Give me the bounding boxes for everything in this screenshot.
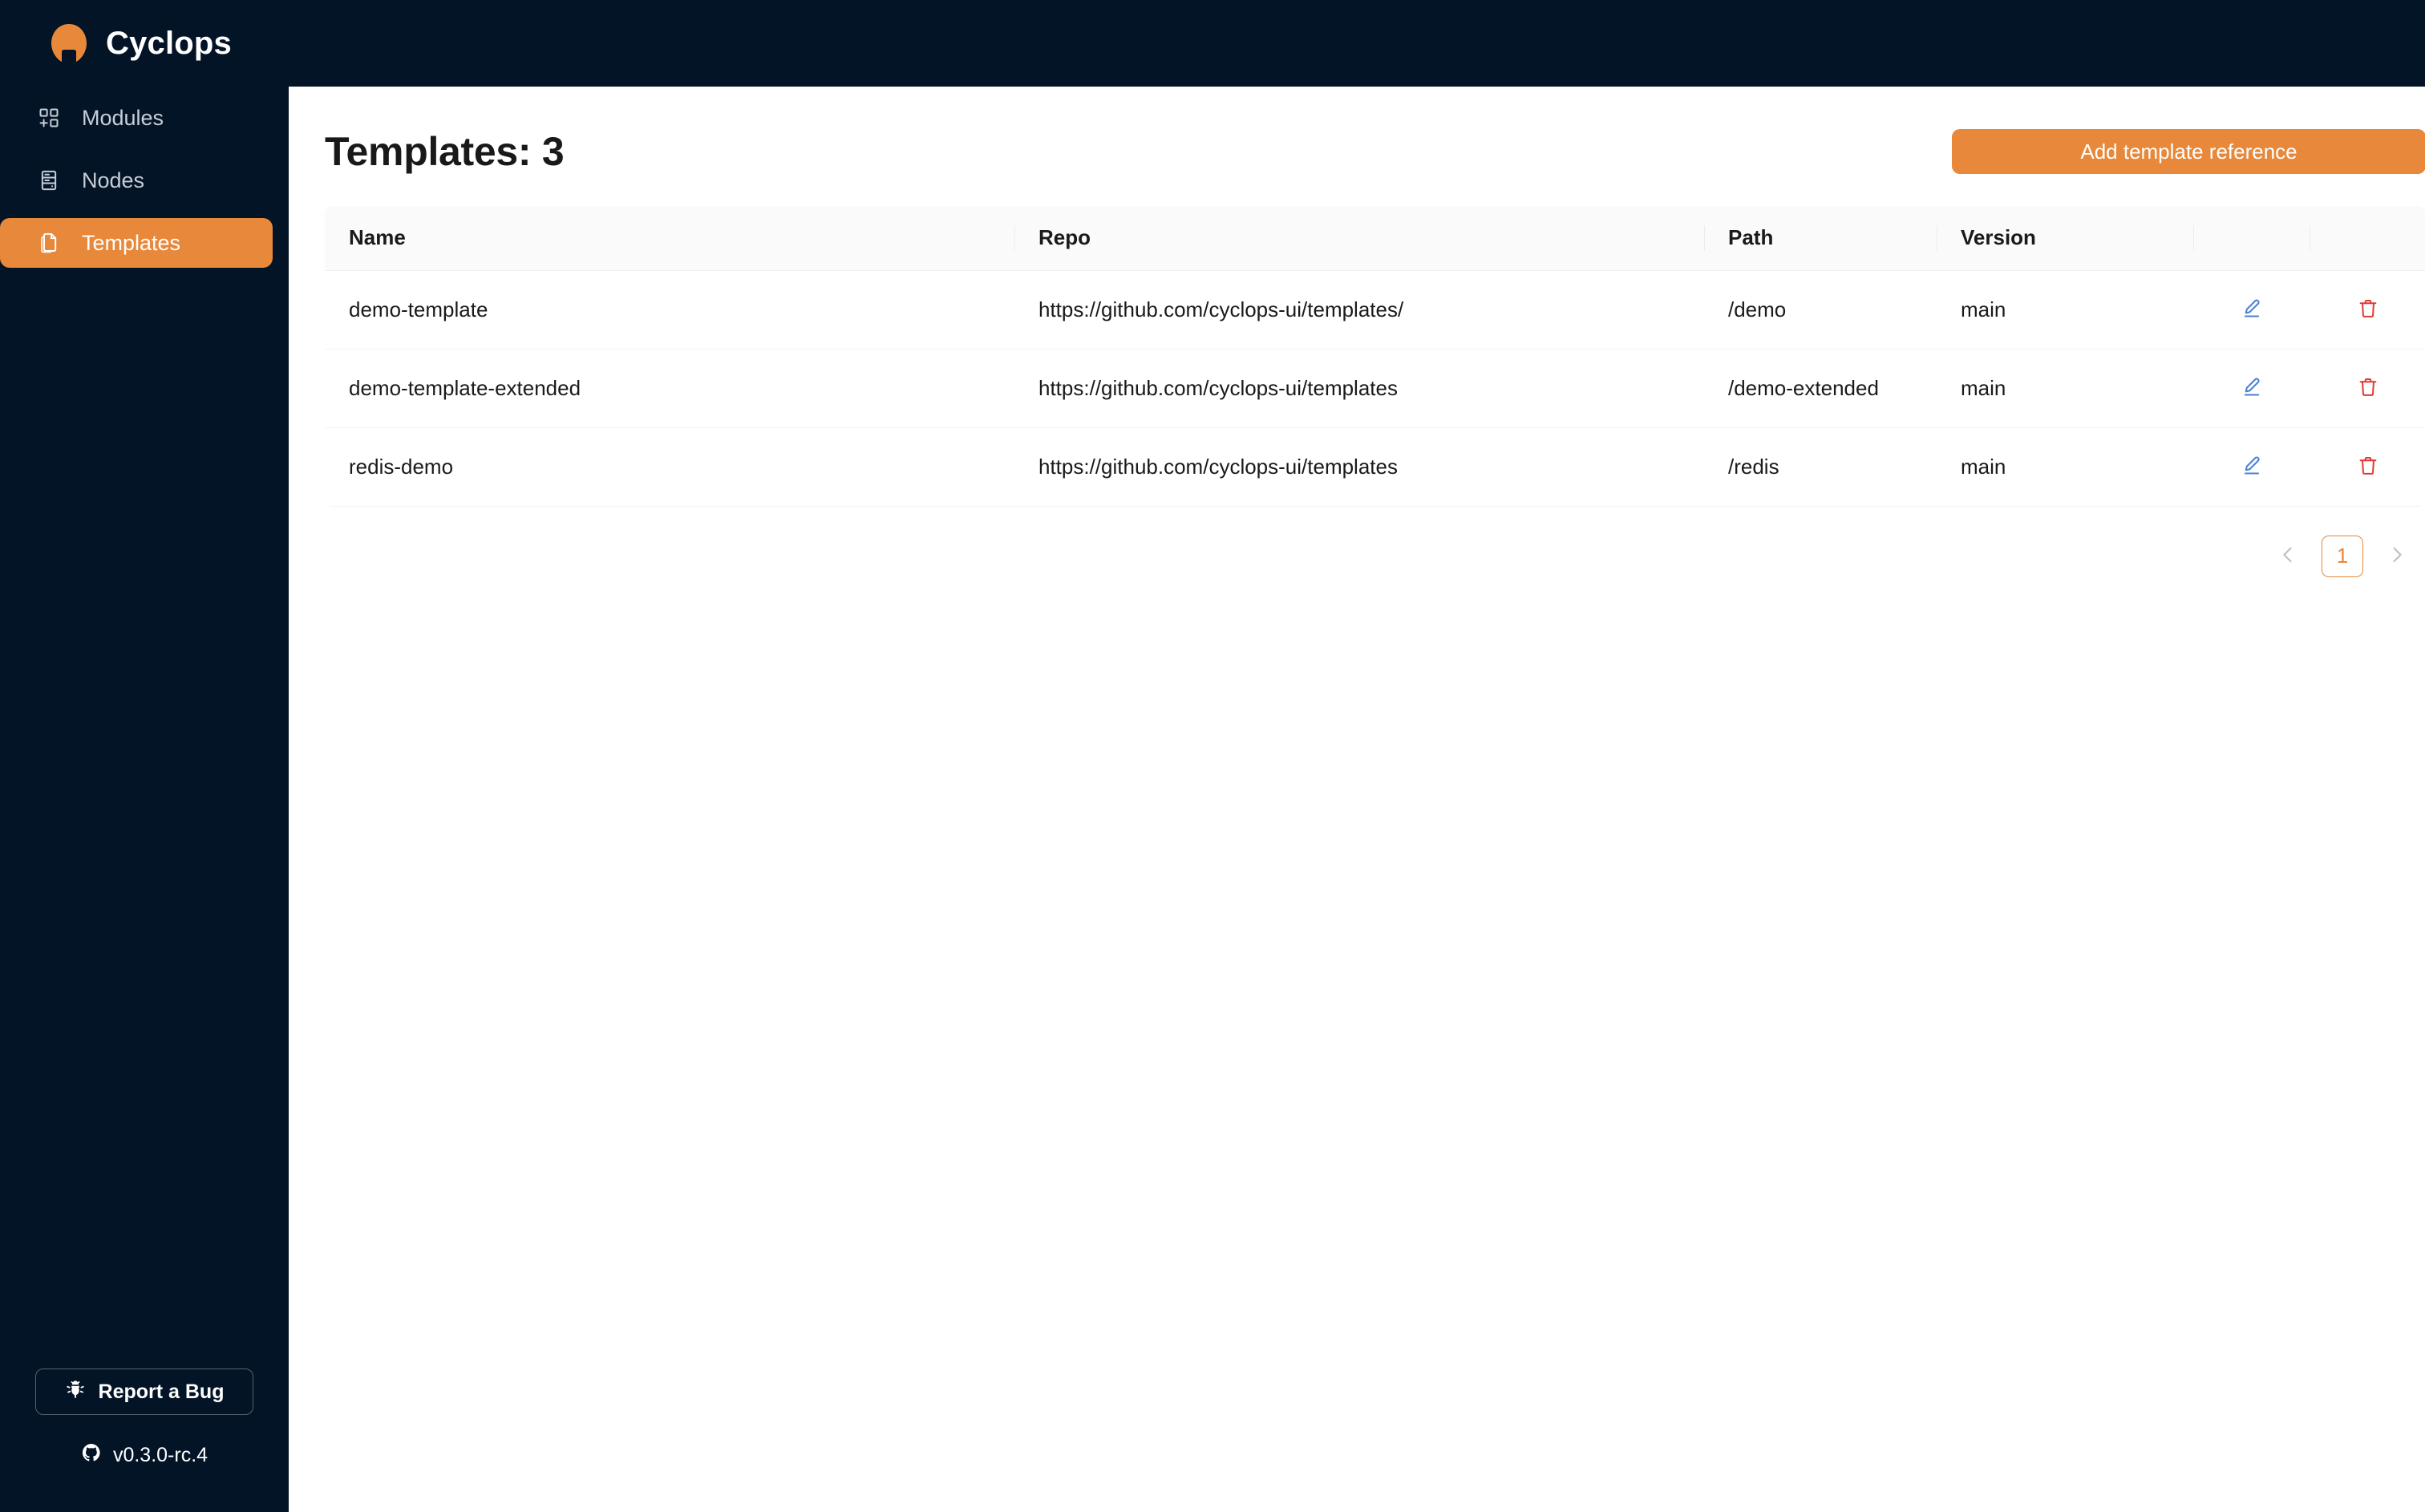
- top-bar: [289, 0, 2425, 87]
- cell-name: demo-template-extended: [325, 349, 1014, 428]
- report-a-bug-label: Report a Bug: [98, 1380, 225, 1403]
- cell-repo: https://github.com/cyclops-ui/templates: [1014, 427, 1704, 507]
- sidebar-item-label: Nodes: [82, 168, 145, 192]
- file-copy-icon: [37, 231, 61, 255]
- cell-delete: [2310, 349, 2425, 428]
- trash-icon: [2356, 375, 2380, 402]
- templates-table-wrapper: Name Repo Path Version demo-template htt…: [325, 206, 2425, 507]
- page-header: Templates: 3 Add template reference: [325, 125, 2425, 178]
- column-header-edit: [2193, 206, 2310, 271]
- edit-pencil-icon: [2240, 454, 2264, 480]
- cell-edit: [2193, 427, 2310, 507]
- delete-template-button[interactable]: [2350, 291, 2387, 328]
- table-header-row: Name Repo Path Version: [325, 206, 2425, 271]
- table-row[interactable]: demo-template https://github.com/cyclops…: [325, 270, 2425, 350]
- column-header-path: Path: [1704, 206, 1937, 271]
- version-label: v0.3.0-rc.4: [112, 1444, 208, 1466]
- sidebar: Cyclops Modules Nodes Templates Report a…: [0, 0, 289, 1512]
- cell-version: main: [1937, 349, 2193, 428]
- chevron-right-icon: [2386, 544, 2408, 568]
- column-header-name: Name: [325, 206, 1014, 271]
- cell-name: demo-template: [325, 270, 1014, 350]
- cell-version: main: [1937, 270, 2193, 350]
- column-header-version: Version: [1937, 206, 2193, 271]
- cell-path: /demo-extended: [1704, 349, 1937, 428]
- sidebar-item-templates[interactable]: Templates: [0, 218, 273, 268]
- brand-name: Cyclops: [106, 25, 233, 61]
- github-icon: [81, 1442, 102, 1469]
- sidebar-footer: Report a Bug v0.3.0-rc.4: [0, 1368, 289, 1512]
- add-template-reference-button[interactable]: Add template reference: [1952, 129, 2425, 174]
- sidebar-nav: Modules Nodes Templates: [0, 93, 289, 268]
- trash-icon: [2356, 454, 2380, 480]
- edit-pencil-icon: [2240, 297, 2264, 323]
- trash-icon: [2356, 297, 2380, 323]
- cell-delete: [2310, 270, 2425, 350]
- cell-path: /demo: [1704, 270, 1937, 350]
- report-a-bug-button[interactable]: Report a Bug: [35, 1368, 253, 1415]
- column-header-repo: Repo: [1014, 206, 1704, 271]
- pagination: 1: [325, 535, 2425, 577]
- table-row[interactable]: redis-demo https://github.com/cyclops-ui…: [325, 427, 2425, 507]
- main-content: Templates: 3 Add template reference Name…: [289, 0, 2425, 1512]
- cyclops-logo-icon: [50, 23, 88, 63]
- edit-template-button[interactable]: [2233, 370, 2270, 406]
- edit-template-button[interactable]: [2233, 448, 2270, 485]
- sidebar-item-modules[interactable]: Modules: [0, 93, 273, 143]
- column-header-delete: [2310, 206, 2425, 271]
- table-body: demo-template https://github.com/cyclops…: [325, 270, 2425, 507]
- table-row[interactable]: demo-template-extended https://github.co…: [325, 349, 2425, 428]
- pagination-prev-button[interactable]: [2269, 537, 2307, 576]
- cell-edit: [2193, 349, 2310, 428]
- templates-table: Name Repo Path Version demo-template htt…: [325, 206, 2425, 507]
- cell-repo: https://github.com/cyclops-ui/templates/: [1014, 270, 1704, 350]
- delete-template-button[interactable]: [2350, 448, 2387, 485]
- chevron-left-icon: [2277, 544, 2299, 568]
- edit-pencil-icon: [2240, 375, 2264, 402]
- sidebar-item-label: Modules: [82, 105, 164, 130]
- brand-header[interactable]: Cyclops: [0, 0, 289, 87]
- cell-edit: [2193, 270, 2310, 350]
- sidebar-item-label: Templates: [82, 230, 181, 255]
- cell-version: main: [1937, 427, 2193, 507]
- version-link[interactable]: v0.3.0-rc.4: [81, 1442, 208, 1469]
- pagination-page-1[interactable]: 1: [2322, 535, 2363, 577]
- cell-repo: https://github.com/cyclops-ui/templates: [1014, 349, 1704, 428]
- table-head: Name Repo Path Version: [325, 206, 2425, 271]
- server-rack-icon: [37, 168, 61, 192]
- cell-name: redis-demo: [325, 427, 1014, 507]
- page-title: Templates: 3: [325, 129, 565, 174]
- sidebar-item-nodes[interactable]: Nodes: [0, 156, 273, 205]
- cell-path: /redis: [1704, 427, 1937, 507]
- edit-template-button[interactable]: [2233, 291, 2270, 328]
- cell-delete: [2310, 427, 2425, 507]
- appstore-add-icon: [37, 106, 61, 130]
- pagination-next-button[interactable]: [2378, 537, 2416, 576]
- app-root: Cyclops Modules Nodes Templates Report a…: [0, 0, 2425, 1512]
- delete-template-button[interactable]: [2350, 370, 2387, 406]
- bug-icon: [65, 1379, 86, 1405]
